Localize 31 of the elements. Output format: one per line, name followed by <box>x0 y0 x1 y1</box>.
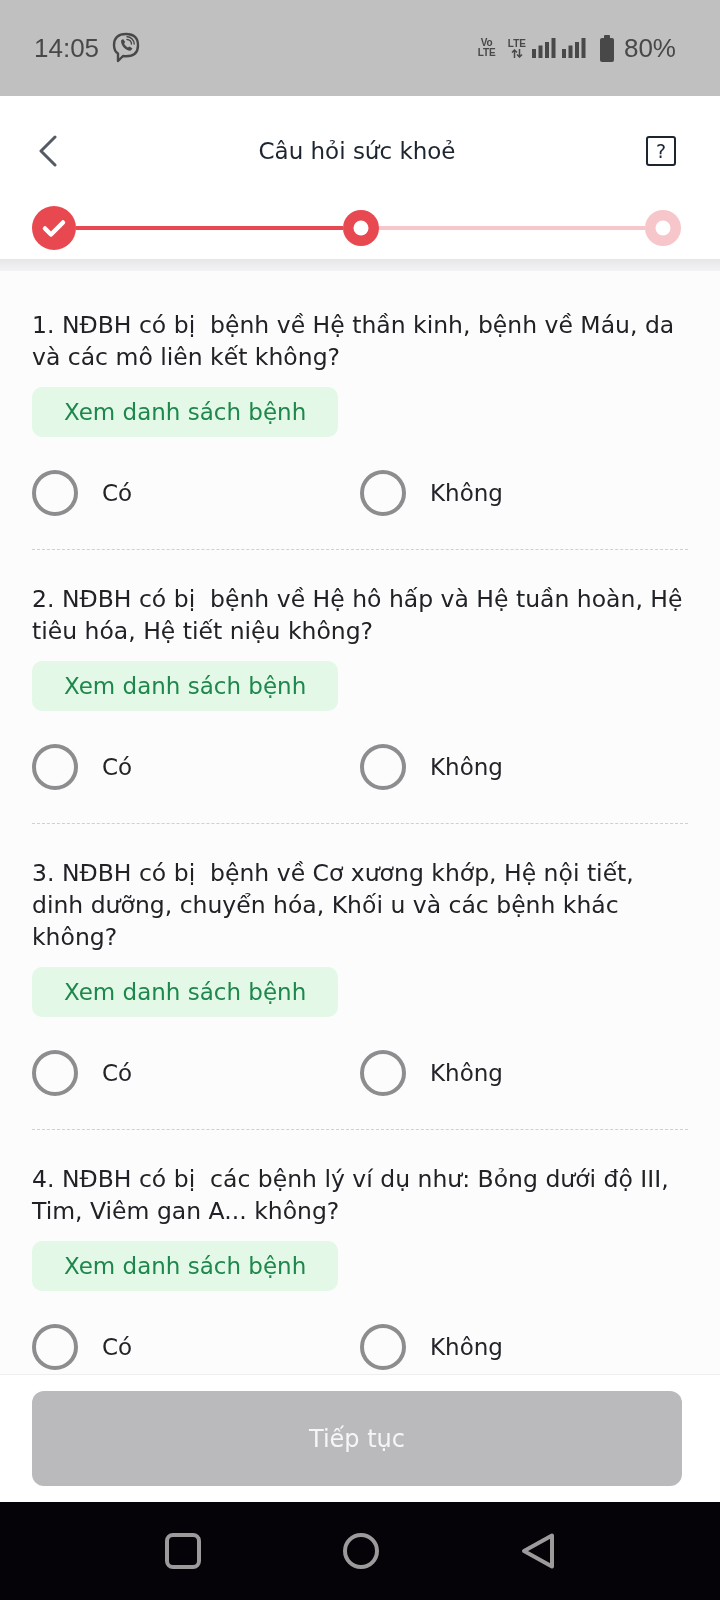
answer-option[interactable]: Có <box>32 1324 133 1370</box>
disease-list-button[interactable]: Xem danh sách bệnh <box>32 1241 339 1291</box>
disease-list-button[interactable]: Xem danh sách bệnh <box>32 661 339 711</box>
back-triangle-icon[interactable] <box>520 1532 556 1570</box>
answer-option[interactable]: Không <box>360 1324 503 1370</box>
clock-time: 14:05 <box>34 32 100 64</box>
phone-bubble-icon <box>111 32 142 64</box>
answer-option[interactable]: Có <box>32 470 133 516</box>
answer-option[interactable]: Không <box>360 470 503 516</box>
question-text: 4. NĐBH có bị các bệnh lý ví dụ như: Bỏng dưới độ III, Tim, Viêm gan A... không? <box>32 1164 670 1227</box>
back-icon[interactable] <box>38 135 58 167</box>
answer-option[interactable]: Có <box>32 744 133 790</box>
question-text: 3. NĐBH có bị bệnh về Cơ xương khớp, Hệ nội tiết, dinh dưỡng, chuyển hóa, Khối u và các bệnh khác không? <box>32 858 635 953</box>
data-arrows-icon <box>510 48 523 58</box>
question-text: 1. NĐBH có bị bệnh về Hệ thần kinh, bệnh về Máu, da và các mô liên kết không? <box>32 310 676 373</box>
home-circle-icon[interactable] <box>342 1532 380 1570</box>
network-type-label: LTE <box>507 38 526 49</box>
disease-list-button[interactable]: Xem danh sách bệnh <box>32 967 339 1017</box>
answer-option[interactable]: Không <box>360 1050 503 1096</box>
battery-icon <box>599 34 614 62</box>
question-text: 2. NĐBH có bị bệnh về Hệ hô hấp và Hệ tuần hoàn, Hệ tiêu hóa, Hệ tiết niệu không? <box>32 584 684 647</box>
signal-bars-icon <box>561 38 586 58</box>
page-title: Câu hỏi sức khoẻ <box>258 138 456 164</box>
signal-bars-icon <box>531 38 556 58</box>
answer-option[interactable]: Không <box>360 744 503 790</box>
battery-percent: 80% <box>623 32 676 64</box>
help-button[interactable]: ? <box>646 136 676 166</box>
volte-label: Vo LTE <box>477 38 496 58</box>
square-icon[interactable] <box>164 1532 202 1570</box>
disease-list-button[interactable]: Xem danh sách bệnh <box>32 387 339 437</box>
answer-option[interactable]: Có <box>32 1050 133 1096</box>
